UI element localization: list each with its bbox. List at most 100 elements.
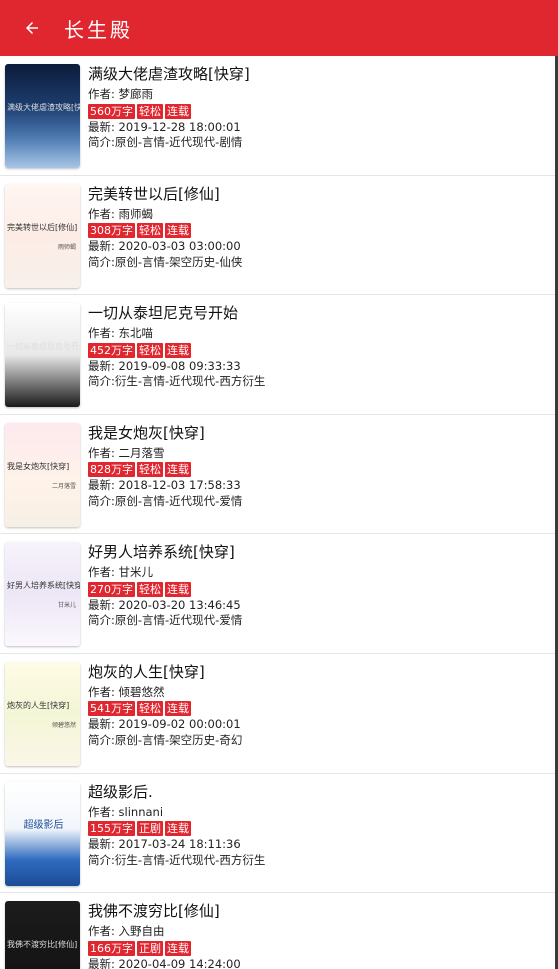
book-list-item[interactable]: 我是女炮灰[快穿] 二月落雪 我是女炮灰[快穿] 作者: 二月落雪 828万字 … <box>0 415 558 535</box>
word-count-tag: 270万字 <box>88 581 135 597</box>
book-latest-update: 最新: 2020-04-09 14:24:00 <box>88 956 241 969</box>
cover-author: 雨师蝎 <box>57 243 76 251</box>
word-count-tag: 541万字 <box>88 701 135 717</box>
book-info: 一切从泰坦尼克号开始 作者: 东北喵 452万字 轻松 连载 最新: 2019-… <box>88 303 558 414</box>
genre-tag: 正剧 <box>137 940 163 956</box>
book-author: 作者: 入野自由 <box>88 924 165 939</box>
book-intro: 简介:原创-言情-架空历史-仙侠 <box>88 254 243 269</box>
book-list-item[interactable]: 好男人培养系统[快穿] 甘米儿 好男人培养系统[快穿] 作者: 甘米儿 270万… <box>0 534 558 654</box>
book-tags: 308万字 轻松 连载 <box>88 223 558 239</box>
book-cover: 超级影后 <box>5 781 80 886</box>
book-cover: 我是女炮灰[快穿] 二月落雪 <box>5 422 80 527</box>
book-latest-update: 最新: 2018-12-03 17:58:33 <box>88 478 241 493</box>
book-title: 完美转世以后[修仙] <box>88 184 220 203</box>
word-count-tag: 308万字 <box>88 223 135 239</box>
book-tags: 560万字 轻松 连载 <box>88 103 558 119</box>
cover-title: 满级大佬虐渣攻略[快穿] <box>7 103 80 112</box>
book-title: 我佛不渡穷比[修仙] <box>88 902 220 921</box>
book-author: 作者: 倾碧悠然 <box>88 684 165 699</box>
book-cover: 炮灰的人生[快穿] 倾碧悠然 <box>5 661 80 766</box>
book-cover: 完美转世以后[修仙] 雨师蝎 <box>5 183 80 288</box>
status-tag: 连载 <box>165 581 191 597</box>
status-tag: 连载 <box>165 462 191 478</box>
book-list[interactable]: 满级大佬虐渣攻略[快穿] 满级大佬虐渣攻略[快穿] 作者: 梦廊雨 560万字 … <box>0 56 558 969</box>
book-latest-update: 最新: 2019-09-02 00:00:01 <box>88 717 241 732</box>
cover-title: 好男人培养系统[快穿] <box>7 581 80 591</box>
status-tag: 连载 <box>165 821 191 837</box>
book-list-item[interactable]: 我佛不渡穷比[修仙] 我佛不渡穷比[修仙] 作者: 入野自由 166万字 正剧 … <box>0 893 558 969</box>
book-author: 作者: 甘米儿 <box>88 565 154 580</box>
page-title: 长生殿 <box>64 17 133 42</box>
back-button[interactable] <box>4 0 60 56</box>
arrow-left-icon <box>26 22 38 34</box>
book-title: 超级影后. <box>88 782 153 801</box>
genre-tag: 轻松 <box>137 223 163 239</box>
book-author: 作者: 梦廊雨 <box>88 87 154 101</box>
book-latest-update: 最新: 2019-09-08 09:33:33 <box>88 358 241 373</box>
book-title: 一切从泰坦尼克号开始 <box>88 304 239 323</box>
status-tag: 连载 <box>165 103 191 119</box>
book-latest-update: 最新: 2020-03-03 03:00:00 <box>88 239 241 254</box>
book-intro: 简介:原创-言情-近代现代-爱情 <box>88 613 243 628</box>
book-author: 作者: 东北喵 <box>88 326 154 341</box>
book-info: 好男人培养系统[快穿] 作者: 甘米儿 270万字 轻松 连载 最新: 2020… <box>88 542 558 653</box>
status-tag: 连载 <box>165 342 191 358</box>
cover-title: 一切从泰坦尼克号开始 <box>7 342 80 352</box>
cover-author: 甘米儿 <box>57 602 76 610</box>
app-bar: 长生殿 <box>0 0 558 56</box>
genre-tag: 轻松 <box>137 701 163 717</box>
book-latest-update: 最新: 2019-12-28 18:00:01 <box>88 119 241 134</box>
book-latest-update: 最新: 2017-03-24 18:11:36 <box>88 837 241 852</box>
book-info: 炮灰的人生[快穿] 作者: 倾碧悠然 541万字 轻松 连载 最新: 2019-… <box>88 662 558 773</box>
book-tags: 166万字 正剧 连载 <box>88 940 558 956</box>
book-title: 炮灰的人生[快穿] <box>88 662 205 681</box>
book-latest-update: 最新: 2020-03-20 13:46:45 <box>88 597 241 612</box>
book-info: 超级影后. 作者: slinnani 155万字 正剧 连载 最新: 2017-… <box>88 782 558 893</box>
book-intro: 简介:原创-言情-架空历史-奇幻 <box>88 732 243 747</box>
word-count-tag: 452万字 <box>88 342 135 358</box>
status-tag: 连载 <box>165 940 191 956</box>
book-info: 满级大佬虐渣攻略[快穿] 作者: 梦廊雨 560万字 轻松 连载 最新: 201… <box>88 64 558 175</box>
book-list-item[interactable]: 超级影后 超级影后. 作者: slinnani 155万字 正剧 连载 最新: … <box>0 774 558 894</box>
genre-tag: 轻松 <box>137 342 163 358</box>
book-cover: 一切从泰坦尼克号开始 <box>5 303 80 408</box>
book-info: 完美转世以后[修仙] 作者: 雨师蝎 308万字 轻松 连载 最新: 2020-… <box>88 184 558 295</box>
book-author: 作者: slinnani <box>88 804 164 819</box>
genre-tag: 轻松 <box>137 581 163 597</box>
book-cover: 好男人培养系统[快穿] 甘米儿 <box>5 542 80 647</box>
book-intro: 简介:衍生-言情-近代现代-西方衍生 <box>88 852 266 867</box>
word-count-tag: 166万字 <box>88 940 135 956</box>
word-count-tag: 155万字 <box>88 821 135 837</box>
book-info: 我是女炮灰[快穿] 作者: 二月落雪 828万字 轻松 连载 最新: 2018-… <box>88 423 558 534</box>
genre-tag: 轻松 <box>137 462 163 478</box>
book-intro: 简介:衍生-言情-近代现代-西方衍生 <box>88 374 266 389</box>
book-intro: 简介:原创-言情-近代现代-剧情 <box>88 135 243 149</box>
book-info: 我佛不渡穷比[修仙] 作者: 入野自由 166万字 正剧 连载 最新: 2020… <box>88 901 558 969</box>
status-tag: 连载 <box>165 223 191 239</box>
cover-title: 完美转世以后[修仙] <box>7 222 78 232</box>
book-author: 作者: 二月落雪 <box>88 445 165 460</box>
book-title: 满级大佬虐渣攻略[快穿] <box>88 65 250 83</box>
book-author: 作者: 雨师蝎 <box>88 206 154 221</box>
book-tags: 541万字 轻松 连载 <box>88 701 558 717</box>
genre-tag: 正剧 <box>137 821 163 837</box>
book-title: 好男人培养系统[快穿] <box>88 543 235 562</box>
book-list-item[interactable]: 一切从泰坦尼克号开始 一切从泰坦尼克号开始 作者: 东北喵 452万字 轻松 连… <box>0 295 558 415</box>
book-list-item[interactable]: 完美转世以后[修仙] 雨师蝎 完美转世以后[修仙] 作者: 雨师蝎 308万字 … <box>0 176 558 296</box>
cover-title: 我是女炮灰[快穿] <box>7 461 70 471</box>
cover-title: 超级影后 <box>23 819 64 831</box>
book-list-item[interactable]: 满级大佬虐渣攻略[快穿] 满级大佬虐渣攻略[快穿] 作者: 梦廊雨 560万字 … <box>0 56 558 176</box>
book-tags: 155万字 正剧 连载 <box>88 821 558 837</box>
status-tag: 连载 <box>165 701 191 717</box>
book-tags: 828万字 轻松 连载 <box>88 462 558 478</box>
book-tags: 270万字 轻松 连载 <box>88 581 558 597</box>
word-count-tag: 560万字 <box>88 103 135 119</box>
book-tags: 452万字 轻松 连载 <box>88 342 558 358</box>
book-title: 我是女炮灰[快穿] <box>88 423 205 442</box>
book-list-item[interactable]: 炮灰的人生[快穿] 倾碧悠然 炮灰的人生[快穿] 作者: 倾碧悠然 541万字 … <box>0 654 558 774</box>
cover-author: 二月落雪 <box>51 482 76 490</box>
book-cover: 我佛不渡穷比[修仙] <box>5 901 80 969</box>
cover-author: 倾碧悠然 <box>51 721 76 729</box>
cover-title: 炮灰的人生[快穿] <box>7 700 70 710</box>
book-intro: 简介:原创-言情-近代现代-爱情 <box>88 493 243 508</box>
